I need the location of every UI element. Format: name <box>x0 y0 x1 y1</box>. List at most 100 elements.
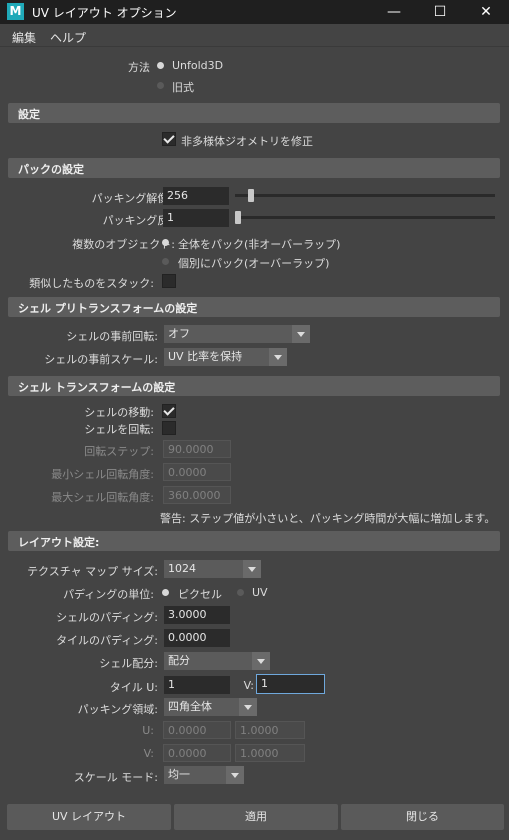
packing-region-dropdown[interactable]: 四角全体 <box>164 698 257 716</box>
method-label: 方法 <box>128 61 150 74</box>
chevron-down-icon <box>292 325 310 343</box>
method-legacy-radio[interactable] <box>157 82 164 89</box>
method-unfold3d-label[interactable]: Unfold3D <box>172 59 223 72</box>
tile-u-field[interactable]: 1 <box>164 676 230 694</box>
packing-resolution-label: パッキング解像度: <box>91 192 183 205</box>
close-window-button[interactable]: ✕ <box>463 0 509 24</box>
prerotate-label: シェルの事前回転: <box>66 330 158 343</box>
menu-bar: 編集 ヘルプ <box>0 24 509 47</box>
tile-padding-field[interactable]: 0.0000 <box>164 629 230 647</box>
pack-together-radio[interactable] <box>162 239 169 246</box>
shell-distribution-value: 配分 <box>168 654 190 667</box>
layout-section-title: レイアウト設定: <box>18 536 100 549</box>
rotate-step-field[interactable]: 90.0000 <box>163 440 231 458</box>
chevron-down-icon <box>239 698 257 716</box>
menu-help[interactable]: ヘルプ <box>50 29 86 46</box>
chevron-down-icon <box>226 766 244 784</box>
method-unfold3d-radio[interactable] <box>157 62 164 69</box>
pack-section-header[interactable]: パックの設定 <box>8 158 500 178</box>
multiple-objects-label: 複数のオブジェクト: <box>72 238 175 251</box>
region-u-min-field[interactable]: 0.0000 <box>163 721 231 739</box>
scale-mode-dropdown[interactable]: 均一 <box>164 766 244 784</box>
min-rotate-angle-field[interactable]: 0.0000 <box>163 463 231 481</box>
shell-move-label: シェルの移動: <box>84 406 154 419</box>
layout-section-header[interactable]: レイアウト設定: <box>8 531 500 551</box>
chevron-down-icon <box>243 560 261 578</box>
shell-move-checkbox[interactable] <box>162 404 176 418</box>
chevron-down-icon <box>252 652 270 670</box>
transform-section-header[interactable]: シェル トランスフォームの設定 <box>8 376 500 396</box>
packing-iterations-field[interactable]: 1 <box>163 209 229 227</box>
packing-resolution-slider[interactable] <box>235 194 495 197</box>
stack-similar-label: 類似したものをスタック: <box>29 277 154 290</box>
stack-similar-checkbox[interactable] <box>162 274 176 288</box>
packing-iterations-slider-handle[interactable] <box>234 211 241 224</box>
warning-text: 警告: ステップ値が小さいと、パッキング時間が大幅に増加します。 <box>160 512 496 525</box>
prescale-label: シェルの事前スケール: <box>44 353 158 366</box>
minimize-button[interactable]: — <box>371 0 417 24</box>
region-u-max-field[interactable]: 1.0000 <box>235 721 305 739</box>
packing-region-value: 四角全体 <box>168 700 212 713</box>
rotate-step-label: 回転ステップ: <box>84 445 154 458</box>
menu-edit[interactable]: 編集 <box>12 29 36 46</box>
shell-distribution-dropdown[interactable]: 配分 <box>164 652 270 670</box>
window-title: UV レイアウト オプション <box>32 6 177 20</box>
title-bar: M UV レイアウト オプション — ☐ ✕ <box>0 0 509 24</box>
shell-padding-field[interactable]: 3.0000 <box>164 606 230 624</box>
region-v-min-field[interactable]: 0.0000 <box>163 744 231 762</box>
options-panel: 方法 Unfold3D 旧式 設定 非多様体ジオメトリを修正 パックの設定 パッ… <box>5 47 504 797</box>
packing-iterations-label: パッキング反復: <box>102 214 183 227</box>
tile-v-field[interactable]: 1 <box>256 674 325 694</box>
min-rotate-angle-label: 最小シェル回転角度: <box>51 468 154 481</box>
fix-nonmanifold-label: 非多様体ジオメトリを修正 <box>181 135 313 148</box>
pack-together-label[interactable]: 全体をパック(非オーバーラップ) <box>178 236 340 252</box>
texture-size-label: テクスチャ マップ サイズ: <box>27 565 158 578</box>
close-button[interactable]: 閉じる <box>341 804 504 830</box>
padding-unit-label: パディングの単位: <box>63 588 154 601</box>
shell-rotate-label: シェルを回転: <box>84 423 154 436</box>
prerotate-value: オフ <box>168 327 190 340</box>
maya-app-icon: M <box>7 3 24 20</box>
region-u-label: U: <box>142 724 154 737</box>
settings-section-header[interactable]: 設定 <box>8 103 500 123</box>
prescale-dropdown[interactable]: UV 比率を保持 <box>164 348 287 366</box>
pack-separately-radio[interactable] <box>162 258 169 265</box>
pack-separately-label[interactable]: 個別にパック(オーバーラップ) <box>178 255 329 271</box>
shell-distribution-label: シェル配分: <box>99 657 158 670</box>
scale-mode-value: 均一 <box>168 768 190 781</box>
tile-padding-label: タイルのパディング: <box>56 634 158 647</box>
prerotate-dropdown[interactable]: オフ <box>164 325 310 343</box>
shell-padding-label: シェルのパディング: <box>56 611 158 624</box>
button-bar: UV レイアウト 適用 閉じる <box>0 797 509 840</box>
max-rotate-angle-field[interactable]: 360.0000 <box>163 486 231 504</box>
region-v-max-field[interactable]: 1.0000 <box>235 744 305 762</box>
shell-rotate-checkbox[interactable] <box>162 421 176 435</box>
settings-section-title: 設定 <box>18 108 40 121</box>
uv-layout-button[interactable]: UV レイアウト <box>7 804 171 830</box>
max-rotate-angle-label: 最大シェル回転角度: <box>51 491 154 504</box>
unit-uv-radio[interactable] <box>237 589 244 596</box>
pack-section-title: パックの設定 <box>18 163 84 176</box>
packing-resolution-field[interactable]: 256 <box>163 187 229 205</box>
apply-button[interactable]: 適用 <box>174 804 338 830</box>
unit-uv-label[interactable]: UV <box>252 586 268 599</box>
fix-nonmanifold-checkbox[interactable] <box>162 132 176 146</box>
transform-section-title: シェル トランスフォームの設定 <box>18 381 176 394</box>
method-legacy-label[interactable]: 旧式 <box>172 79 194 95</box>
scale-mode-label: スケール モード: <box>73 771 158 784</box>
pretransform-section-header[interactable]: シェル プリトランスフォームの設定 <box>8 297 500 317</box>
prescale-value: UV 比率を保持 <box>168 350 243 363</box>
packing-iterations-slider[interactable] <box>235 216 495 219</box>
unit-pixel-label[interactable]: ピクセル <box>178 586 222 602</box>
tile-v-label: V: <box>243 679 254 692</box>
chevron-down-icon <box>269 348 287 366</box>
pretransform-section-title: シェル プリトランスフォームの設定 <box>18 302 198 315</box>
texture-size-value: 1024 <box>168 562 196 575</box>
packing-resolution-slider-handle[interactable] <box>247 189 254 202</box>
maximize-button[interactable]: ☐ <box>417 0 463 24</box>
packing-region-label: パッキング領域: <box>77 703 158 716</box>
texture-size-dropdown[interactable]: 1024 <box>164 560 261 578</box>
tile-u-label: タイル U: <box>109 681 158 694</box>
region-v-label: V: <box>143 747 154 760</box>
unit-pixel-radio[interactable] <box>162 589 169 596</box>
